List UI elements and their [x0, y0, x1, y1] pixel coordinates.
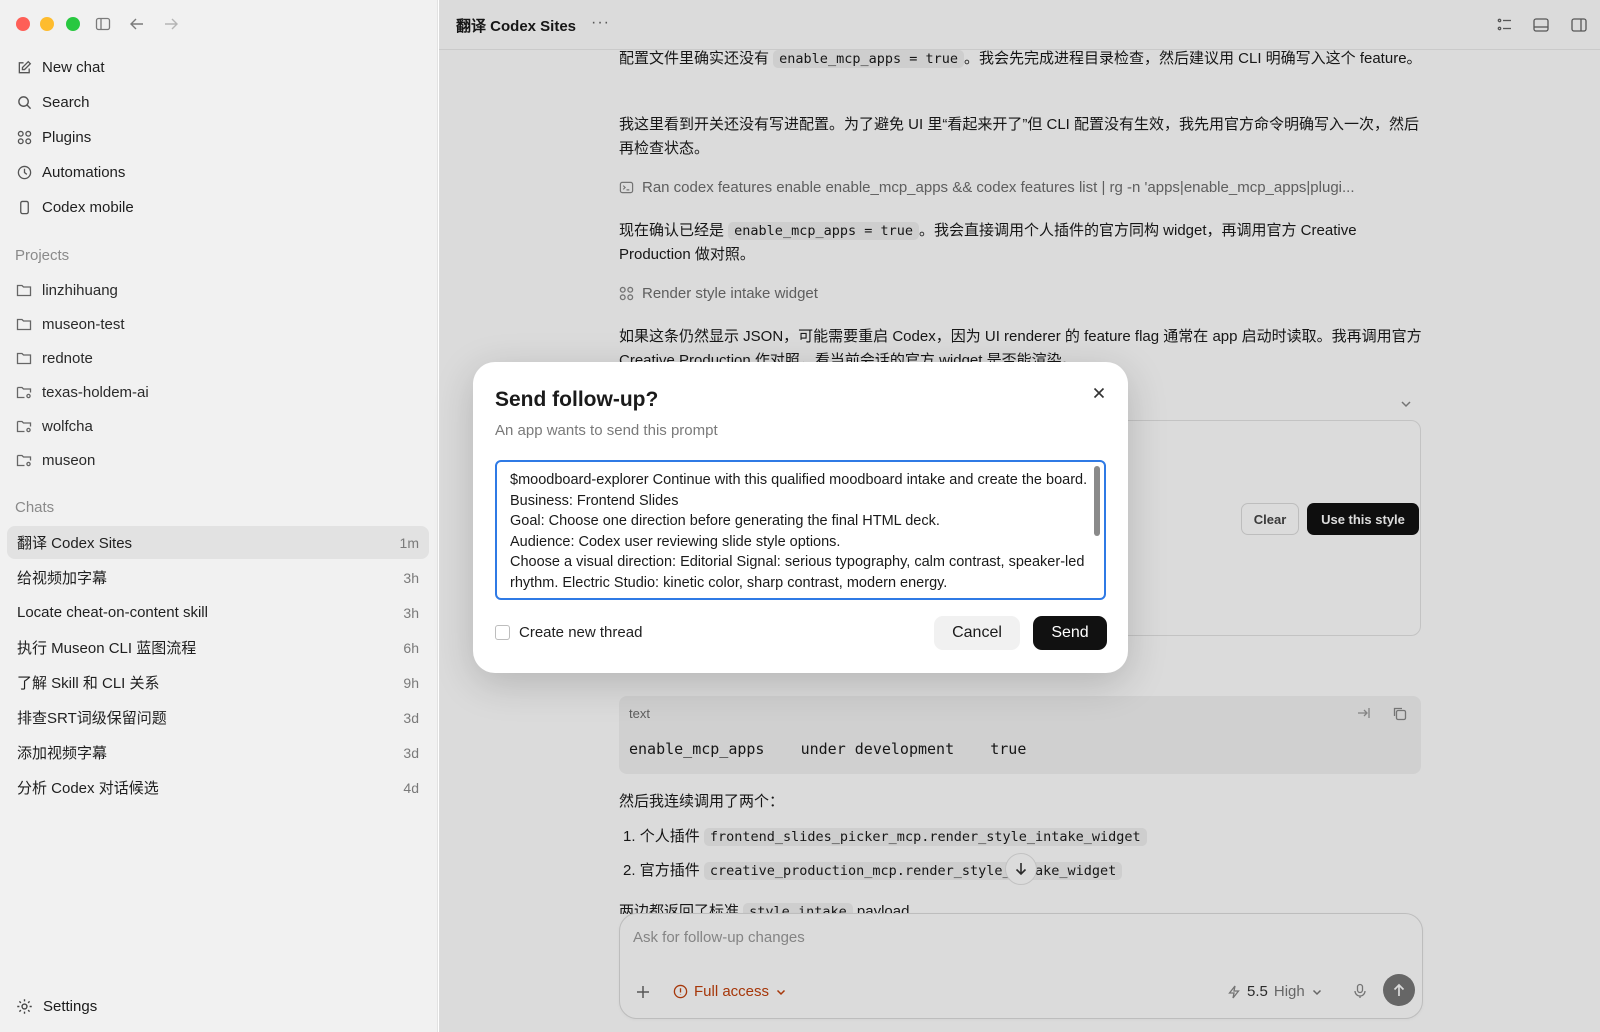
- chat-item[interactable]: Locate cheat-on-content skill 3h: [7, 596, 429, 629]
- gear-icon: [16, 998, 33, 1015]
- compose-icon: [16, 59, 32, 75]
- folder-icon: [16, 316, 32, 332]
- zoom-window-button[interactable]: [66, 17, 80, 31]
- chat-item[interactable]: 了解 Skill 和 CLI 关系 9h: [7, 666, 429, 699]
- dialog-title: Send follow-up?: [495, 388, 659, 411]
- project-item[interactable]: museon-test: [16, 311, 125, 337]
- chat-item[interactable]: 排查SRT词级保留问题 3d: [7, 701, 429, 734]
- phone-icon: [16, 199, 32, 215]
- search-icon: [16, 94, 32, 110]
- minimize-window-button[interactable]: [40, 17, 54, 31]
- project-item[interactable]: texas-holdem-ai: [16, 379, 149, 405]
- cancel-button[interactable]: Cancel: [934, 616, 1020, 650]
- projects-heading: Projects: [15, 247, 70, 264]
- settings-button[interactable]: Settings: [16, 998, 97, 1015]
- folder-git-icon: [16, 418, 32, 434]
- send-follow-up-dialog: Send follow-up? An app wants to send thi…: [473, 362, 1128, 673]
- chat-item[interactable]: 执行 Museon CLI 蓝图流程 6h: [7, 631, 429, 664]
- dialog-subtitle: An app wants to send this prompt: [495, 422, 718, 439]
- project-item[interactable]: wolfcha: [16, 413, 93, 439]
- textarea-scrollbar[interactable]: [1094, 466, 1100, 536]
- project-item[interactable]: linzhihuang: [16, 277, 118, 303]
- plugins-icon: [16, 129, 32, 145]
- chat-item[interactable]: 给视频加字幕 3h: [7, 561, 429, 594]
- sidebar-toggle-icon[interactable]: [92, 13, 114, 35]
- folder-icon: [16, 282, 32, 298]
- send-button[interactable]: Send: [1033, 616, 1107, 650]
- close-icon[interactable]: [1088, 382, 1110, 404]
- folder-git-icon: [16, 452, 32, 468]
- folder-git-icon: [16, 384, 32, 400]
- codex-mobile-button[interactable]: Codex mobile: [16, 193, 134, 221]
- chat-item-active[interactable]: 翻译 Codex Sites 1m: [7, 526, 429, 559]
- new-chat-button[interactable]: New chat: [16, 53, 105, 81]
- project-item[interactable]: museon: [16, 447, 95, 473]
- automations-button[interactable]: Automations: [16, 158, 125, 186]
- chat-item[interactable]: 添加视频字幕 3d: [7, 736, 429, 769]
- checkbox-box[interactable]: [495, 625, 510, 640]
- sidebar: New chat Search Plugins Automations Code…: [0, 0, 438, 1032]
- chat-item[interactable]: 分析 Codex 对话候选 4d: [7, 771, 429, 804]
- chats-heading: Chats: [15, 499, 55, 516]
- clock-icon: [16, 164, 32, 180]
- back-arrow-icon[interactable]: [126, 13, 148, 35]
- forward-arrow-icon[interactable]: [160, 13, 182, 35]
- folder-icon: [16, 350, 32, 366]
- search-button[interactable]: Search: [16, 88, 90, 116]
- project-item[interactable]: rednote: [16, 345, 93, 371]
- prompt-textarea[interactable]: $moodboard-explorer Continue with this q…: [495, 460, 1106, 600]
- plugins-button[interactable]: Plugins: [16, 123, 91, 151]
- create-new-thread-checkbox[interactable]: Create new thread: [495, 624, 642, 641]
- close-window-button[interactable]: [16, 17, 30, 31]
